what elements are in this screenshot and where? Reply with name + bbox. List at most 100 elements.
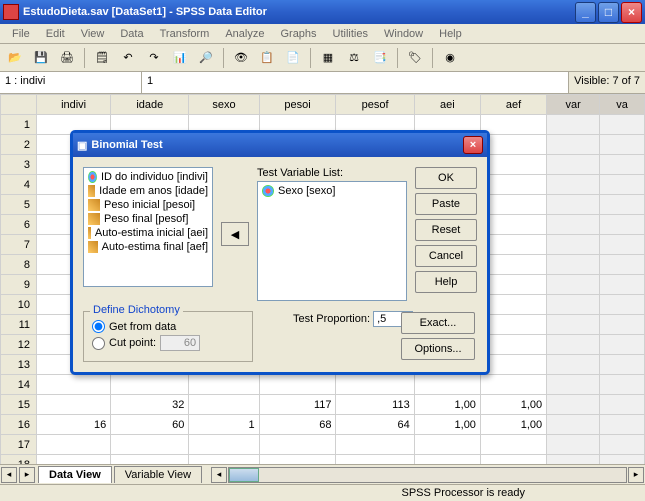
cell[interactable]: 1,00: [480, 395, 546, 415]
col-var[interactable]: var: [547, 95, 600, 115]
cell[interactable]: [480, 295, 546, 315]
cell[interactable]: 68: [259, 415, 336, 435]
cell[interactable]: [547, 135, 600, 155]
cell[interactable]: [480, 215, 546, 235]
find-icon[interactable]: 👁: [230, 47, 252, 69]
cell[interactable]: [480, 255, 546, 275]
goto-chart-icon[interactable]: 📊: [169, 47, 191, 69]
cell-value[interactable]: 1: [142, 72, 568, 93]
cell[interactable]: [111, 435, 189, 455]
cell[interactable]: [259, 375, 336, 395]
reset-button[interactable]: Reset: [415, 219, 477, 241]
tab-variable-view[interactable]: Variable View: [114, 466, 202, 483]
col-idade[interactable]: idade: [111, 95, 189, 115]
cell[interactable]: 113: [336, 395, 414, 415]
cell[interactable]: [600, 195, 645, 215]
cell[interactable]: [547, 395, 600, 415]
redo-icon[interactable]: ↷: [143, 47, 165, 69]
dialog-recall-icon[interactable]: 🗒: [91, 47, 113, 69]
cell[interactable]: [414, 435, 480, 455]
list-item[interactable]: ID do individuo [indivi]: [86, 170, 210, 184]
cell[interactable]: 1: [189, 415, 259, 435]
menu-file[interactable]: File: [4, 26, 38, 41]
cell[interactable]: [600, 295, 645, 315]
exact-button[interactable]: Exact...: [401, 312, 475, 334]
split-icon[interactable]: ▦: [317, 47, 339, 69]
menu-graphs[interactable]: Graphs: [272, 26, 324, 41]
cell[interactable]: [37, 375, 111, 395]
col-pesoi[interactable]: pesoi: [259, 95, 336, 115]
tab-nav-first[interactable]: ◂: [1, 467, 17, 483]
cell[interactable]: 117: [259, 395, 336, 415]
list-item[interactable]: Idade em anos [idade]: [86, 184, 210, 198]
close-button[interactable]: ×: [621, 2, 642, 23]
cell[interactable]: [600, 175, 645, 195]
cell[interactable]: [547, 115, 600, 135]
cell[interactable]: 60: [111, 415, 189, 435]
cell[interactable]: [547, 315, 600, 335]
list-item[interactable]: Auto-estima final [aef]: [86, 240, 210, 254]
paste-button[interactable]: Paste: [415, 193, 477, 215]
cell-address[interactable]: 1 : indivi: [0, 72, 142, 93]
help-button[interactable]: Help: [415, 271, 477, 293]
scroll-left-icon[interactable]: ◂: [211, 467, 227, 483]
table-row[interactable]: 161660168641,001,00: [1, 415, 645, 435]
cell[interactable]: [600, 135, 645, 155]
cell[interactable]: [480, 135, 546, 155]
table-row[interactable]: 14: [1, 375, 645, 395]
menu-view[interactable]: View: [73, 26, 113, 41]
table-row[interactable]: 15321171131,001,00: [1, 395, 645, 415]
cell[interactable]: [111, 375, 189, 395]
cell[interactable]: [600, 355, 645, 375]
cut-point-radio[interactable]: Cut point:: [92, 335, 244, 351]
table-row[interactable]: 17: [1, 435, 645, 455]
cell[interactable]: [547, 275, 600, 295]
col-va[interactable]: va: [600, 95, 645, 115]
cell[interactable]: [547, 235, 600, 255]
cell[interactable]: [547, 375, 600, 395]
cell[interactable]: [547, 415, 600, 435]
insert-var-icon[interactable]: 📄: [282, 47, 304, 69]
test-variable-list[interactable]: Sexo [sexo]: [257, 181, 407, 301]
cell[interactable]: [547, 435, 600, 455]
cell[interactable]: [547, 215, 600, 235]
cell[interactable]: 16: [37, 415, 111, 435]
cell[interactable]: [189, 435, 259, 455]
cell[interactable]: [414, 375, 480, 395]
menu-help[interactable]: Help: [431, 26, 470, 41]
horizontal-scrollbar[interactable]: ◂ ▸: [210, 467, 645, 483]
cancel-button[interactable]: Cancel: [415, 245, 477, 267]
cell[interactable]: [547, 355, 600, 375]
menu-window[interactable]: Window: [376, 26, 431, 41]
menu-utilities[interactable]: Utilities: [325, 26, 376, 41]
tab-data-view[interactable]: Data View: [38, 466, 112, 483]
cell[interactable]: [600, 335, 645, 355]
cell[interactable]: [37, 395, 111, 415]
options-button[interactable]: Options...: [401, 338, 475, 360]
cell[interactable]: [600, 255, 645, 275]
cell[interactable]: [600, 235, 645, 255]
use-sets-icon[interactable]: ◉: [439, 47, 461, 69]
cell[interactable]: [336, 435, 414, 455]
source-variable-list[interactable]: ID do individuo [indivi]Idade em anos [i…: [83, 167, 213, 287]
cell[interactable]: [480, 435, 546, 455]
menu-transform[interactable]: Transform: [152, 26, 218, 41]
cell[interactable]: [189, 395, 259, 415]
scroll-thumb[interactable]: [229, 468, 259, 482]
dialog-titlebar[interactable]: ▣ Binomial Test ×: [73, 133, 487, 157]
cell[interactable]: [600, 275, 645, 295]
cell[interactable]: [600, 375, 645, 395]
cell[interactable]: [480, 155, 546, 175]
undo-icon[interactable]: ↶: [117, 47, 139, 69]
cell[interactable]: [547, 175, 600, 195]
cell[interactable]: [480, 375, 546, 395]
cell[interactable]: [480, 275, 546, 295]
insert-case-icon[interactable]: 📋: [256, 47, 278, 69]
print-icon[interactable]: 🖨: [56, 47, 78, 69]
cell[interactable]: [547, 195, 600, 215]
value-labels-icon[interactable]: 🏷: [404, 47, 426, 69]
menu-analyze[interactable]: Analyze: [217, 26, 272, 41]
cell[interactable]: [480, 335, 546, 355]
cell[interactable]: [600, 435, 645, 455]
menu-data[interactable]: Data: [112, 26, 151, 41]
